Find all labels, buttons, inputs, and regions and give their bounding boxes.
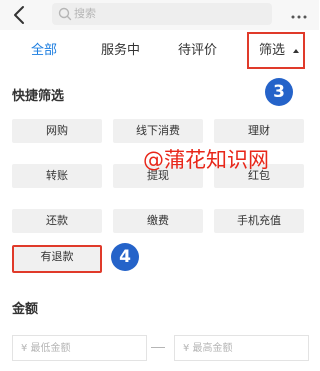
chip-transfer[interactable]: 转账: [12, 164, 102, 188]
chip-mobile-topup[interactable]: 手机充值: [214, 209, 304, 233]
chip-online-shopping[interactable]: 网购: [12, 119, 102, 143]
range-separator: [151, 347, 165, 348]
chip-red-packet[interactable]: 红包: [214, 164, 304, 188]
chip-offline-spending[interactable]: 线下消费: [113, 119, 203, 143]
search-placeholder: 搜索: [74, 7, 96, 20]
caret-up-icon: [293, 49, 299, 53]
chip-wealth-management[interactable]: 理财: [214, 119, 304, 143]
back-button[interactable]: [10, 5, 30, 25]
chip-has-refund[interactable]: 有退款: [12, 245, 102, 273]
nav-bar: 搜索: [0, 0, 319, 30]
filter-panel: 快捷筛选 3 网购 线下消费 理财 转账 提现 红包 还款 缴费 手机充值 有退…: [0, 75, 319, 371]
chevron-left-icon: [14, 6, 24, 24]
amount-title: 金额: [12, 302, 39, 317]
chip-withdraw[interactable]: 提现: [113, 164, 203, 188]
chip-bill-payment[interactable]: 缴费: [113, 209, 203, 233]
quick-filter-title: 快捷筛选: [12, 89, 65, 104]
max-amount-input[interactable]: [183, 341, 301, 355]
search-icon: [58, 7, 72, 21]
min-amount-field[interactable]: [12, 335, 147, 361]
search-box[interactable]: 搜索: [52, 3, 272, 25]
step-badge-3: 3: [265, 78, 293, 106]
tab-bar: 全部 服务中 待评价 筛选: [0, 30, 319, 75]
more-dots-icon: [291, 15, 307, 19]
filter-label: 筛选: [259, 43, 286, 58]
max-amount-field[interactable]: [174, 335, 309, 361]
step-badge-4: 4: [111, 243, 139, 271]
chip-repayment[interactable]: 还款: [12, 209, 102, 233]
filter-button[interactable]: 筛选: [247, 32, 305, 69]
min-amount-input[interactable]: [21, 341, 139, 355]
more-button[interactable]: [288, 8, 310, 20]
tab-pending-review[interactable]: 待评价: [178, 41, 217, 61]
tab-in-service[interactable]: 服务中: [101, 41, 140, 61]
tab-all[interactable]: 全部: [31, 41, 57, 61]
